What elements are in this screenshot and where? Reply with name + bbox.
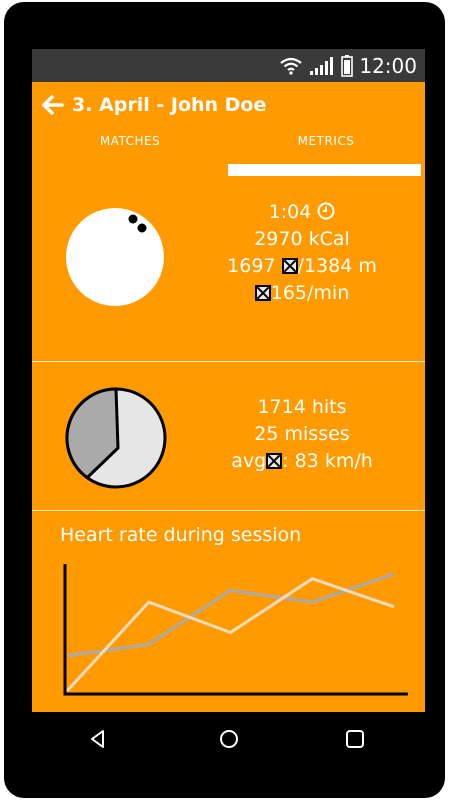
back-nav-icon[interactable] [87,728,109,750]
battery-icon [341,54,354,77]
hits-pie-chart [65,387,167,489]
tab-bar: MATCHES METRICS [32,134,425,176]
status-bar: 12:00 [32,49,425,82]
misses-value: 25 misses [254,423,350,445]
chart-title: Heart rate during session [60,524,302,546]
avg-value: : 83 km/h [282,450,373,472]
chart-series-line-1 [65,577,395,693]
signal-icon [310,56,334,75]
tab-metrics[interactable]: METRICS [228,134,424,148]
distance-b: /1384 m [297,255,377,277]
status-time: 12:00 [359,53,417,78]
duration-value: 1:04 [268,201,312,223]
placeholder-icon [266,453,283,469]
session-stats: 1:04 2970 kCal 1697 /1384 m 165/min [192,199,412,307]
placeholder-icon [281,258,298,274]
distance-row: 1697 /1384 m [192,253,412,280]
distance-a: 1697 [227,255,276,277]
placeholder-icon [254,285,271,301]
avg-row: avg : 83 km/h [192,448,412,475]
back-arrow-icon[interactable] [42,95,64,115]
active-tab-indicator [228,164,421,176]
app-screen: 12:00 3. April - John Doe MATCHES METRIC… [32,49,425,764]
clock-icon [317,202,335,220]
page-title: 3. April - John Doe [72,94,267,116]
duration-row: 1:04 [192,199,412,226]
recents-nav-icon[interactable] [344,728,366,750]
ball-icon [66,208,164,306]
hits-stats: 1714 hits 25 misses avg : 83 km/h [192,394,412,475]
avg-label: avg [231,450,267,472]
calories-value: 2970 kCal [254,228,350,250]
tab-matches[interactable]: MATCHES [32,134,228,148]
wifi-icon [280,57,303,75]
rate-value: 165/min [270,282,350,304]
heart-rate-chart [63,564,408,696]
section-divider [32,510,425,511]
chart-series-line-2 [66,572,395,658]
home-nav-icon[interactable] [218,728,240,750]
section-divider [32,361,425,362]
navigation-bar [32,712,425,764]
hits-value: 1714 hits [257,396,347,418]
rate-row: 165/min [192,280,412,307]
